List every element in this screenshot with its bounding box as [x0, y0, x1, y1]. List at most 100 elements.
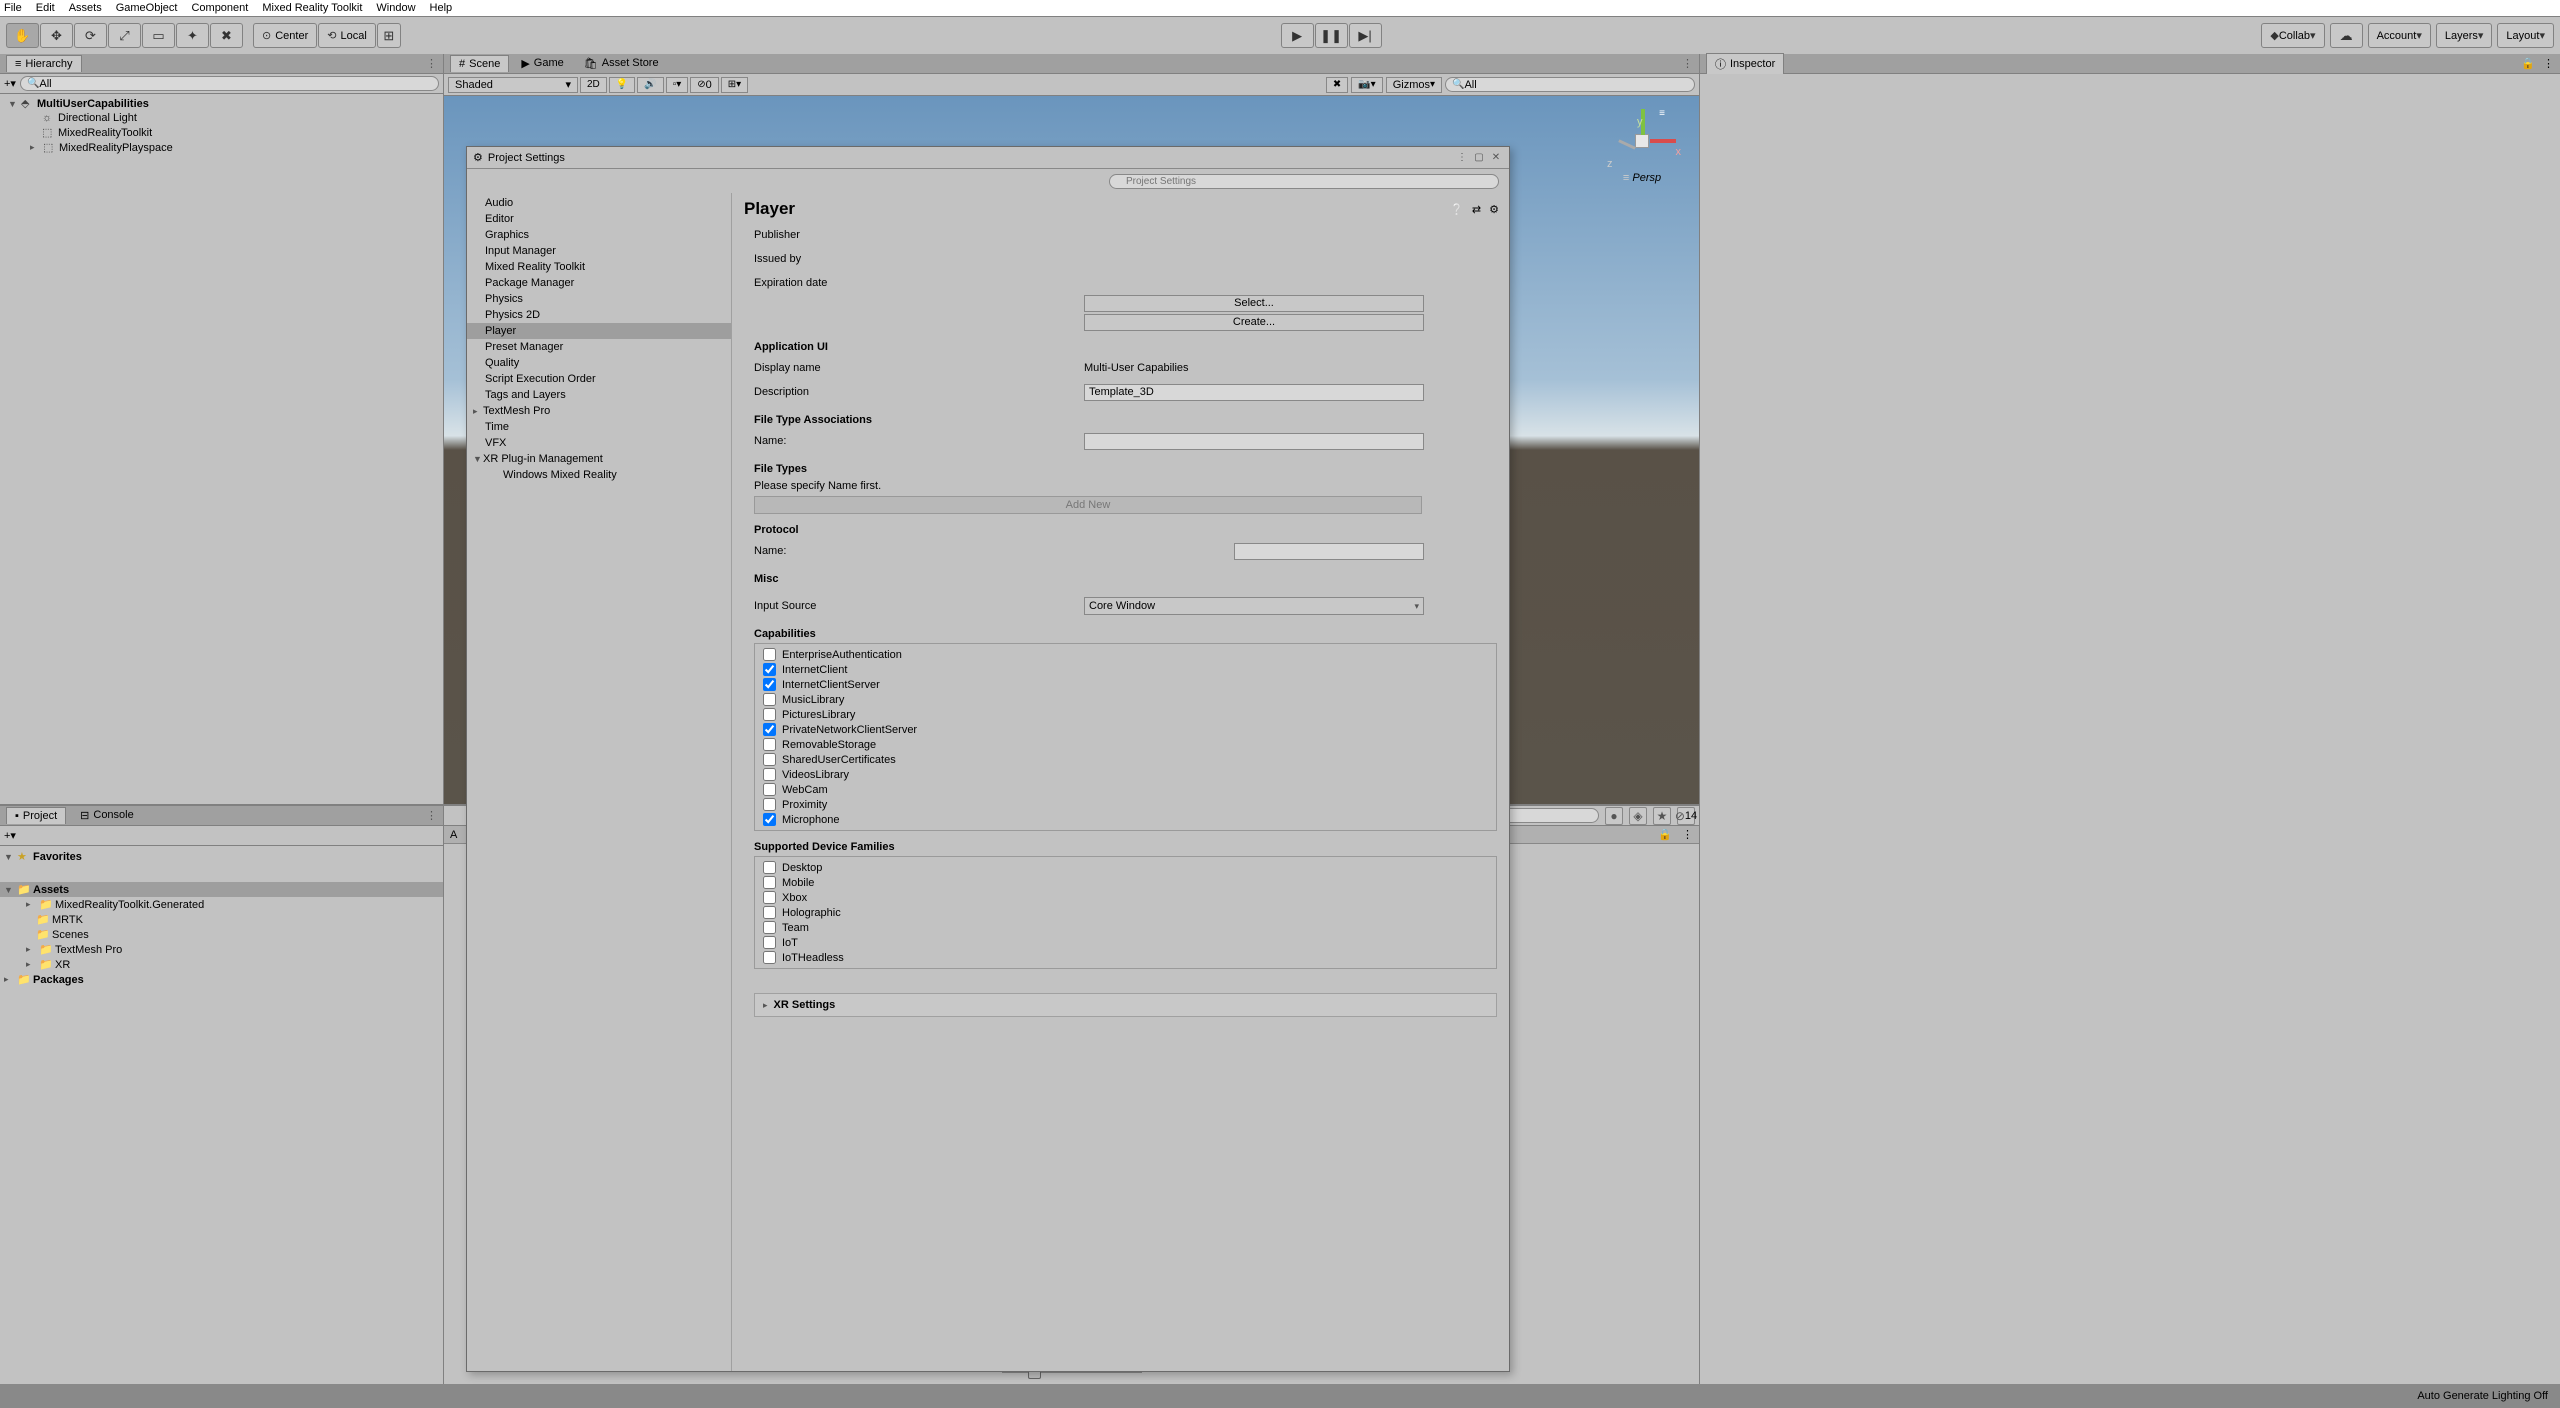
sidebar-item-time[interactable]: Time: [467, 419, 731, 435]
menu-component[interactable]: Component: [191, 2, 248, 14]
capability-checkbox[interactable]: [763, 723, 776, 736]
sidebar-item-physics[interactable]: Physics: [467, 291, 731, 307]
scene-search-input[interactable]: 🔍 All: [1445, 77, 1695, 92]
sidebar-item-physics2d[interactable]: Physics 2D: [467, 307, 731, 323]
device-family-item[interactable]: Xbox: [757, 890, 1494, 905]
capability-checkbox[interactable]: [763, 708, 776, 721]
lock-icon[interactable]: 🔒: [2521, 57, 2535, 70]
capability-item[interactable]: InternetClientServer: [757, 677, 1494, 692]
panel-menu-icon[interactable]: ⋮: [426, 809, 437, 822]
sidebar-item-graphics[interactable]: Graphics: [467, 227, 731, 243]
sidebar-item-mrtk[interactable]: Mixed Reality Toolkit: [467, 259, 731, 275]
capability-checkbox[interactable]: [763, 768, 776, 781]
layout-dropdown[interactable]: Layout ▾: [2497, 23, 2554, 48]
preset-icon[interactable]: ⇄: [1472, 203, 1481, 216]
lighting-toggle[interactable]: 💡: [609, 77, 635, 93]
hierarchy-item[interactable]: ⬚MixedRealityToolkit: [0, 125, 443, 140]
device-family-checkbox[interactable]: [763, 906, 776, 919]
menu-window[interactable]: Window: [376, 2, 415, 14]
capability-checkbox[interactable]: [763, 648, 776, 661]
sidebar-item-audio[interactable]: Audio: [467, 195, 731, 211]
account-dropdown[interactable]: Account ▾: [2368, 23, 2431, 48]
asset-store-tab[interactable]: 🛍 Asset Store: [576, 55, 667, 72]
capability-checkbox[interactable]: [763, 678, 776, 691]
menu-edit[interactable]: Edit: [36, 2, 55, 14]
capability-item[interactable]: PrivateNetworkClientServer: [757, 722, 1494, 737]
device-family-checkbox[interactable]: [763, 951, 776, 964]
step-button[interactable]: ▶|: [1349, 23, 1382, 48]
menu-assets[interactable]: Assets: [69, 2, 102, 14]
device-family-checkbox[interactable]: [763, 861, 776, 874]
console-tab[interactable]: ⊟ Console: [72, 807, 142, 824]
hierarchy-item[interactable]: ▸⬚MixedRealityPlayspace: [0, 140, 443, 155]
device-family-checkbox[interactable]: [763, 891, 776, 904]
settings-search-input[interactable]: [1109, 174, 1499, 189]
hand-tool-button[interactable]: ✋: [6, 23, 39, 48]
capability-item[interactable]: SharedUserCertificates: [757, 752, 1494, 767]
filter-label-button[interactable]: ◈: [1629, 807, 1647, 825]
gear-icon[interactable]: ⚙: [1489, 203, 1499, 216]
panel-menu-icon[interactable]: ⋮: [2543, 57, 2554, 70]
create-cert-button[interactable]: Create...: [1084, 314, 1424, 331]
file-assoc-name-input[interactable]: [1084, 433, 1424, 450]
close-icon[interactable]: ✕: [1489, 151, 1503, 165]
filter-type-button[interactable]: ●: [1605, 807, 1623, 825]
capability-checkbox[interactable]: [763, 693, 776, 706]
rotate-tool-button[interactable]: ⟳: [74, 23, 107, 48]
create-dropdown[interactable]: +▾: [4, 829, 16, 842]
menu-mrtk[interactable]: Mixed Reality Toolkit: [262, 2, 362, 14]
folder-item[interactable]: 📁MRTK: [0, 912, 443, 927]
capability-item[interactable]: VideosLibrary: [757, 767, 1494, 782]
folder-item[interactable]: 📁Scenes: [0, 927, 443, 942]
sidebar-item-editor[interactable]: Editor: [467, 211, 731, 227]
device-family-item[interactable]: Holographic: [757, 905, 1494, 920]
2d-toggle[interactable]: 2D: [580, 77, 607, 93]
device-family-checkbox[interactable]: [763, 921, 776, 934]
orientation-gizmo[interactable]: ≡ y x z ≡ Persp: [1607, 108, 1677, 218]
scale-tool-button[interactable]: ⤢: [108, 23, 141, 48]
device-family-checkbox[interactable]: [763, 936, 776, 949]
device-family-checkbox[interactable]: [763, 876, 776, 889]
sidebar-item-vfx[interactable]: VFX: [467, 435, 731, 451]
pivot-center-button[interactable]: ⊙Center: [253, 23, 317, 48]
menu-help[interactable]: Help: [430, 2, 453, 14]
play-button[interactable]: ▶: [1281, 23, 1314, 48]
cloud-button[interactable]: ☁: [2330, 23, 2363, 48]
project-settings-titlebar[interactable]: ⚙Project Settings ⋮ ▢ ✕: [467, 147, 1509, 169]
sidebar-item-xr[interactable]: ▼XR Plug-in Management: [467, 451, 731, 467]
capability-checkbox[interactable]: [763, 813, 776, 826]
grid-dropdown[interactable]: ⊞▾: [721, 77, 748, 93]
camera-button[interactable]: 📷▾: [1351, 77, 1382, 93]
tools-button[interactable]: ✖: [1326, 77, 1348, 93]
custom-tool-button[interactable]: ✖: [210, 23, 243, 48]
favorites-item[interactable]: ▼★Favorites: [0, 849, 443, 864]
hierarchy-search-input[interactable]: 🔍 All: [20, 76, 439, 91]
project-tab[interactable]: ▪ Project: [6, 807, 66, 824]
draw-mode-dropdown[interactable]: Shaded▾: [448, 77, 578, 93]
rect-tool-button[interactable]: ▭: [142, 23, 175, 48]
layers-dropdown[interactable]: Layers ▾: [2436, 23, 2493, 48]
audio-toggle[interactable]: 🔊: [637, 77, 663, 93]
favorite-button[interactable]: ★: [1653, 807, 1671, 825]
persp-label[interactable]: ≡ Persp: [1623, 172, 1661, 184]
capability-item[interactable]: Proximity: [757, 797, 1494, 812]
sidebar-item-input[interactable]: Input Manager: [467, 243, 731, 259]
sidebar-item-preset[interactable]: Preset Manager: [467, 339, 731, 355]
sidebar-item-package[interactable]: Package Manager: [467, 275, 731, 291]
game-tab[interactable]: ▶ Game: [513, 55, 571, 72]
move-tool-button[interactable]: ✥: [40, 23, 73, 48]
panel-menu-icon[interactable]: ⋮: [1682, 57, 1693, 70]
sidebar-item-player[interactable]: Player: [467, 323, 731, 339]
create-dropdown[interactable]: +▾: [4, 77, 16, 90]
select-cert-button[interactable]: Select...: [1084, 295, 1424, 312]
transform-tool-button[interactable]: ✦: [176, 23, 209, 48]
capability-item[interactable]: EnterpriseAuthentication: [757, 647, 1494, 662]
folder-item[interactable]: ▸📁MixedRealityToolkit.Generated: [0, 897, 443, 912]
sidebar-item-wmr[interactable]: Windows Mixed Reality: [467, 467, 731, 483]
scene-tab[interactable]: # Scene: [450, 55, 509, 72]
scene-root-item[interactable]: ▼⬘MultiUserCapabilities: [0, 96, 443, 111]
device-family-item[interactable]: Desktop: [757, 860, 1494, 875]
capability-checkbox[interactable]: [763, 783, 776, 796]
menu-gameobject[interactable]: GameObject: [116, 2, 178, 14]
capability-checkbox[interactable]: [763, 738, 776, 751]
